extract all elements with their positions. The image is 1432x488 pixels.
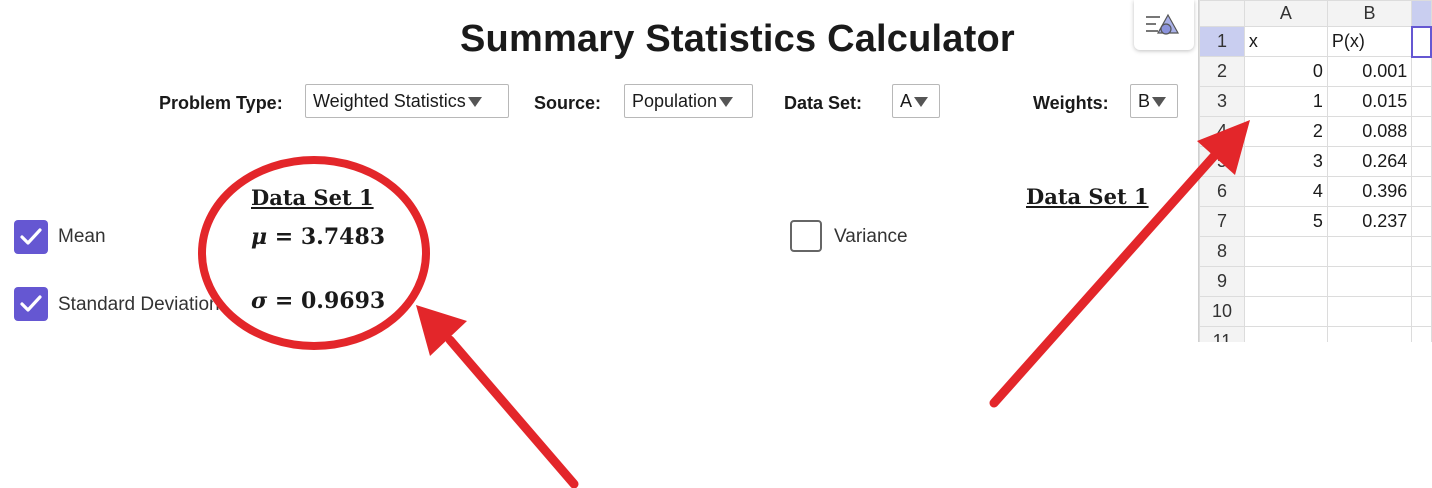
data-set-label: Data Set:	[784, 93, 863, 113]
mean-value: = 3.7483	[274, 224, 386, 250]
weights-value: B	[1138, 90, 1151, 111]
row-header[interactable]: 9	[1199, 266, 1245, 297]
problem-type-label: Problem Type:	[159, 93, 283, 113]
cell-b[interactable]: P(x)	[1326, 26, 1413, 57]
table-row: 2 0 0.001	[1199, 56, 1432, 87]
cell-a[interactable]	[1243, 236, 1328, 267]
cell-a[interactable]: 1	[1243, 86, 1328, 117]
cell-c[interactable]	[1411, 266, 1432, 297]
table-row: 5 3 0.264	[1199, 146, 1432, 177]
data-set-heading-right: Data Set 1	[1026, 184, 1149, 209]
chevron-down-icon	[719, 97, 734, 107]
arrow-head-left	[416, 305, 467, 356]
cell-c[interactable]	[1411, 56, 1432, 87]
row-header[interactable]: 5	[1199, 146, 1245, 177]
cell-c[interactable]	[1411, 116, 1432, 147]
data-set-value: A	[900, 90, 913, 111]
problem-type-value: Weighted Statistics	[313, 90, 466, 111]
cell-b[interactable]: 0.001	[1326, 56, 1413, 87]
sigma-symbol: σ	[251, 288, 268, 314]
weights-label: Weights:	[1033, 93, 1109, 113]
row-header[interactable]: 6	[1199, 176, 1245, 207]
table-row: 11	[1199, 326, 1432, 342]
table-row: 9	[1199, 266, 1432, 297]
column-header-b[interactable]: B	[1326, 0, 1413, 27]
cell-a[interactable]: 5	[1243, 206, 1328, 237]
source-label: Source:	[534, 93, 602, 113]
row-header[interactable]: 7	[1199, 206, 1245, 237]
cell-c[interactable]	[1411, 236, 1432, 267]
cell-c[interactable]	[1411, 86, 1432, 117]
arrow-shaft-left	[445, 335, 579, 488]
std-label[interactable]: Standard Deviation	[58, 294, 220, 316]
algebra-geometry-view-icon	[1146, 13, 1180, 35]
mean-result: μ = 3.7483	[251, 224, 385, 250]
cell-a[interactable]: 3	[1243, 146, 1328, 177]
cell-c[interactable]	[1411, 206, 1432, 237]
spreadsheet-grid: A B 1 x P(x) 2 0 0.001 3 1 0.015 4 2 0.088 5 3 0.264 6 4…	[1199, 0, 1432, 342]
cell-c[interactable]	[1410, 25, 1432, 58]
column-header-a[interactable]: A	[1243, 0, 1328, 27]
cell-c[interactable]	[1411, 296, 1432, 327]
row-header[interactable]: 1	[1199, 26, 1245, 57]
std-value: = 0.9693	[274, 288, 386, 314]
cell-b[interactable]	[1326, 266, 1413, 297]
cell-a[interactable]: 2	[1243, 116, 1328, 147]
row-header[interactable]: 8	[1199, 236, 1245, 267]
problem-type-dropdown[interactable]: Weighted Statistics	[305, 84, 509, 118]
cell-b[interactable]: 0.237	[1326, 206, 1413, 237]
cell-b[interactable]	[1326, 236, 1413, 267]
cell-c[interactable]	[1411, 146, 1432, 177]
mean-checkbox[interactable]	[14, 220, 48, 254]
table-row: 7 5 0.237	[1199, 206, 1432, 237]
weights-dropdown[interactable]: B	[1130, 84, 1178, 118]
cell-a[interactable]: 0	[1243, 56, 1328, 87]
cell-b[interactable]	[1326, 296, 1413, 327]
cell-a[interactable]: x	[1243, 26, 1328, 57]
data-set-heading-left: Data Set 1	[251, 185, 374, 210]
std-result: σ = 0.9693	[251, 288, 385, 314]
checkmark-icon	[20, 295, 42, 312]
table-row: 10	[1199, 296, 1432, 327]
view-toggle-button[interactable]	[1134, 0, 1194, 50]
cell-b[interactable]: 0.396	[1326, 176, 1413, 207]
row-header[interactable]: 4	[1199, 116, 1245, 147]
table-row: 3 1 0.015	[1199, 86, 1432, 117]
checkmark-icon	[20, 228, 42, 245]
cell-b[interactable]: 0.088	[1326, 116, 1413, 147]
column-header-c[interactable]	[1411, 0, 1432, 27]
data-set-dropdown[interactable]: A	[892, 84, 940, 118]
row-header[interactable]: 11	[1199, 326, 1245, 342]
row-header[interactable]: 3	[1199, 86, 1245, 117]
std-checkbox[interactable]	[14, 287, 48, 321]
cell-c[interactable]	[1411, 326, 1432, 342]
table-row: 4 2 0.088	[1199, 116, 1432, 147]
cell-a[interactable]: 4	[1243, 176, 1328, 207]
page-title: Summary Statistics Calculator	[460, 18, 1015, 60]
corner-cell[interactable]	[1199, 0, 1245, 27]
cell-a[interactable]	[1243, 326, 1328, 342]
source-value: Population	[632, 90, 718, 111]
cell-c[interactable]	[1411, 176, 1432, 207]
cell-b[interactable]	[1326, 326, 1413, 342]
spreadsheet-view[interactable]: A B 1 x P(x) 2 0 0.001 3 1 0.015 4 2 0.088 5 3 0.264 6 4…	[1198, 0, 1432, 342]
row-header[interactable]: 2	[1199, 56, 1245, 87]
mean-label[interactable]: Mean	[58, 226, 106, 248]
variance-checkbox[interactable]	[790, 220, 822, 252]
table-row: 8	[1199, 236, 1432, 267]
table-row: 6 4 0.396	[1199, 176, 1432, 207]
row-header[interactable]: 10	[1199, 296, 1245, 327]
variance-label[interactable]: Variance	[834, 226, 908, 248]
chevron-down-icon	[467, 97, 482, 107]
table-row: 1 x P(x)	[1199, 25, 1432, 58]
chevron-down-icon	[914, 97, 929, 107]
mu-symbol: μ	[251, 224, 268, 250]
cell-a[interactable]	[1243, 296, 1328, 327]
cell-b[interactable]: 0.015	[1326, 86, 1413, 117]
source-dropdown[interactable]: Population	[624, 84, 753, 118]
cell-b[interactable]: 0.264	[1326, 146, 1413, 177]
chevron-down-icon	[1152, 97, 1167, 107]
cell-a[interactable]	[1243, 266, 1328, 297]
